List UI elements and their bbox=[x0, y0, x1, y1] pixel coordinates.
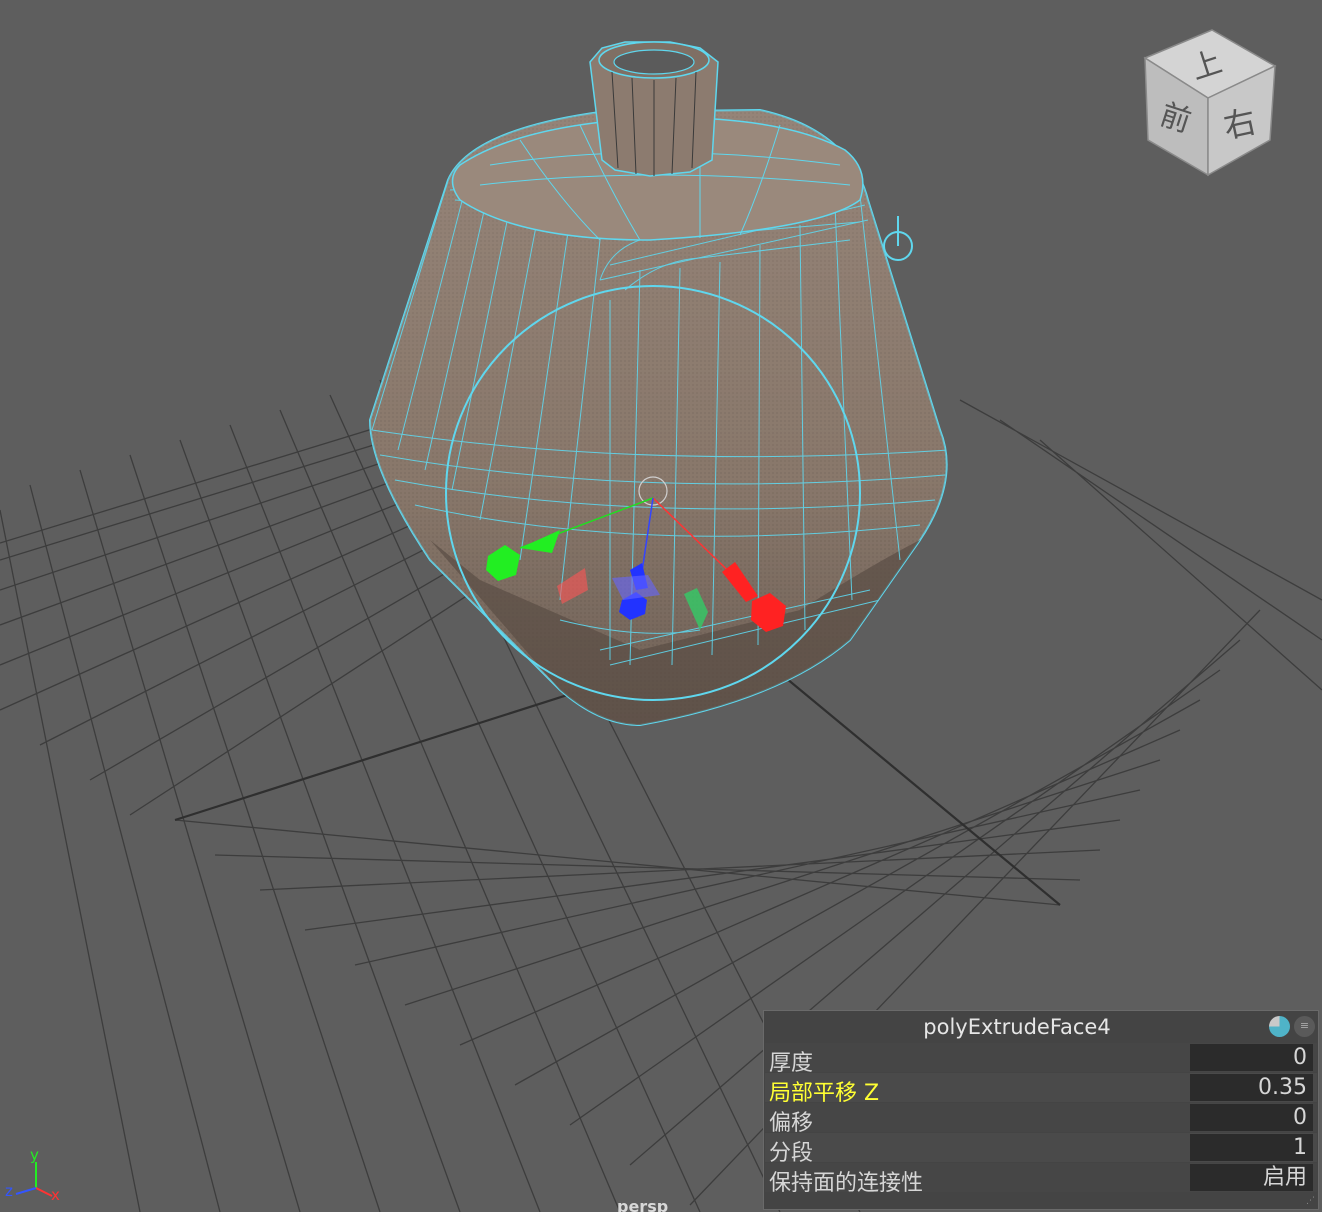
attribute-value-field[interactable]: 1 bbox=[1190, 1134, 1313, 1161]
mesh-neck[interactable] bbox=[589, 41, 719, 177]
attribute-row-divisions[interactable]: 分段 1 bbox=[765, 1133, 1317, 1166]
polygon-mesh[interactable] bbox=[360, 41, 960, 740]
attribute-value-field[interactable]: 0.35 bbox=[1190, 1074, 1313, 1101]
attribute-value-field[interactable]: 0 bbox=[1190, 1044, 1313, 1071]
pin-icon[interactable] bbox=[1269, 1016, 1290, 1037]
attribute-row-thickness[interactable]: 厚度 0 bbox=[765, 1043, 1317, 1076]
attribute-row-local-translate-z[interactable]: 局部平移 Z 0.35 bbox=[765, 1073, 1317, 1106]
attribute-label: 保持面的连接性 bbox=[769, 1171, 924, 1196]
axis-z-label: z bbox=[5, 1182, 13, 1200]
camera-label: persp bbox=[617, 1197, 669, 1212]
resize-grip-icon[interactable]: ⋰ bbox=[1306, 1196, 1315, 1206]
view-cube[interactable]: 上 前 右 bbox=[1143, 29, 1277, 177]
axis-x-label: x bbox=[51, 1186, 60, 1204]
attribute-value-field[interactable]: 0 bbox=[1190, 1104, 1313, 1131]
node-name: polyExtrudeFace4 bbox=[923, 1015, 1111, 1039]
axis-indicator: y x z bbox=[5, 1146, 60, 1204]
menu-icon[interactable]: ≡ bbox=[1294, 1016, 1315, 1037]
axis-y-label: y bbox=[30, 1146, 39, 1164]
perspective-viewport[interactable]: 上 前 右 y x z persp polyExtrudeFace4 ≡ 厚度 … bbox=[0, 0, 1322, 1212]
in-view-editor[interactable]: polyExtrudeFace4 ≡ 厚度 0 局部平移 Z 0.35 偏移 0… bbox=[763, 1010, 1319, 1210]
attribute-row-keep-faces-together[interactable]: 保持面的连接性 启用 bbox=[765, 1163, 1317, 1196]
attribute-row-offset[interactable]: 偏移 0 bbox=[765, 1103, 1317, 1136]
attribute-value-field[interactable]: 启用 bbox=[1190, 1164, 1313, 1191]
